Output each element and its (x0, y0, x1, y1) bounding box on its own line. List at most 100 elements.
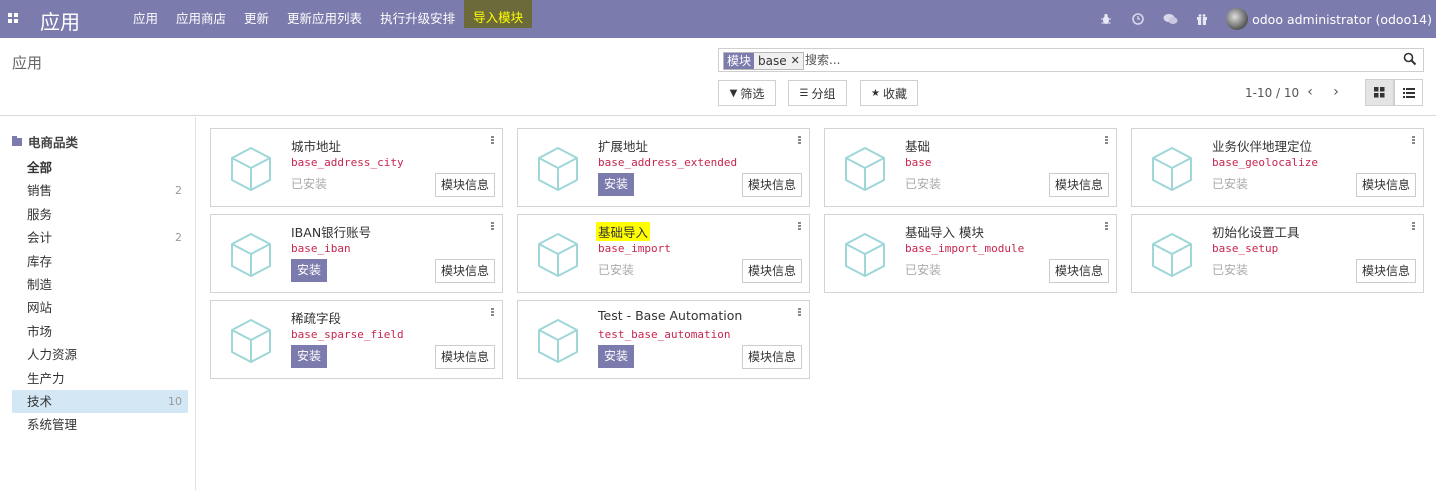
search-facet: 模块 base ✕ (723, 52, 804, 70)
category-services[interactable]: 服务 (12, 203, 188, 226)
module-card[interactable]: 基础 base 已安装 模块信息 (824, 128, 1117, 207)
search-bar: 模块 base ✕ (718, 48, 1424, 72)
module-card[interactable]: 扩展地址 base_address_extended 安装 模块信息 (517, 128, 810, 207)
sidebar-header-label: 电商品类 (28, 135, 79, 150)
installed-status: 已安装 (291, 177, 328, 191)
module-card[interactable]: IBAN银行账号 base_iban 安装 模块信息 (210, 214, 503, 293)
category-accounting[interactable]: 会计 2 (12, 226, 188, 249)
module-technical-name: base_address_city (291, 156, 404, 169)
favorites-button[interactable]: ★ 收藏 (860, 80, 918, 106)
module-cube-icon (229, 145, 273, 193)
category-website[interactable]: 网站 (12, 296, 188, 319)
menu-import-module[interactable]: 导入模块 (464, 0, 533, 28)
install-button[interactable]: 安装 (598, 345, 635, 368)
module-cube-icon (1150, 145, 1194, 193)
more-options-icon[interactable] (798, 136, 801, 146)
category-all[interactable]: 全部 (12, 156, 188, 179)
more-options-icon[interactable] (798, 222, 801, 232)
module-info-button[interactable]: 模块信息 (741, 259, 802, 283)
category-label: 人力资源 (27, 347, 78, 363)
module-technical-name: base (905, 156, 932, 169)
kanban-view-button[interactable] (1365, 79, 1394, 106)
module-info-button[interactable]: 模块信息 (434, 259, 495, 283)
category-hr[interactable]: 人力资源 (12, 343, 188, 366)
installed-status: 已安装 (1212, 177, 1249, 191)
module-info-button[interactable]: 模块信息 (1355, 259, 1416, 283)
module-info-button[interactable]: 模块信息 (434, 345, 495, 369)
star-icon: ★ (871, 87, 880, 99)
apps-menu-icon[interactable] (8, 13, 18, 23)
module-info-button[interactable]: 模块信息 (1355, 173, 1416, 197)
install-button[interactable]: 安装 (291, 345, 328, 368)
module-technical-name: base_setup (1212, 242, 1279, 255)
module-info-button[interactable]: 模块信息 (434, 173, 495, 197)
menu-apps[interactable]: 应用 (124, 0, 167, 38)
facet-value: base (754, 53, 791, 69)
menu-updates[interactable]: 更新 (235, 0, 278, 38)
module-title: Test - Base Automation (598, 308, 743, 323)
category-manufacturing[interactable]: 制造 (12, 273, 188, 296)
group-by-button[interactable]: ☰ 分组 (788, 80, 847, 106)
module-card[interactable]: 基础导入 base_import 已安装 模块信息 (517, 214, 810, 293)
module-card[interactable]: 基础导入 模块 base_import_module 已安装 模块信息 (824, 214, 1117, 293)
pager-previous-icon[interactable]: ‹ (1300, 82, 1320, 102)
more-options-icon[interactable] (1412, 222, 1415, 232)
category-label: 库存 (27, 253, 53, 269)
install-button[interactable]: 安装 (291, 259, 328, 282)
grid-icon (1374, 87, 1385, 98)
module-cube-icon (229, 231, 273, 279)
breadcrumb: 应用 (12, 54, 43, 72)
more-options-icon[interactable] (1412, 136, 1415, 146)
filter-icon: ▼ (729, 87, 738, 99)
menu-app-store[interactable]: 应用商店 (167, 0, 235, 38)
pager-value: 1-10 / 10 (1245, 86, 1300, 100)
favorites-label: 收藏 (882, 86, 907, 101)
category-administration[interactable]: 系统管理 (12, 413, 188, 436)
category-label: 网站 (27, 300, 53, 316)
module-info-button[interactable]: 模块信息 (741, 345, 802, 369)
module-card[interactable]: 稀疏字段 base_sparse_field 安装 模块信息 (210, 300, 503, 379)
clock-icon[interactable] (1122, 0, 1154, 38)
more-options-icon[interactable] (491, 222, 494, 232)
category-sales[interactable]: 销售 2 (12, 179, 188, 202)
more-options-icon[interactable] (1105, 222, 1108, 232)
module-info-button[interactable]: 模块信息 (741, 173, 802, 197)
module-technical-name: base_address_extended (598, 156, 738, 169)
installed-status: 已安装 (905, 263, 942, 277)
gift-icon[interactable] (1186, 0, 1218, 38)
category-marketing[interactable]: 市场 (12, 320, 188, 343)
category-productivity[interactable]: 生产力 (12, 367, 188, 390)
module-info-button[interactable]: 模块信息 (1048, 173, 1109, 197)
more-options-icon[interactable] (491, 136, 494, 146)
bug-icon[interactable] (1090, 0, 1122, 38)
more-options-icon[interactable] (491, 308, 494, 318)
module-cube-icon (843, 145, 887, 193)
search-icon[interactable] (1403, 52, 1419, 68)
category-technical[interactable]: 技术 10 (12, 389, 188, 414)
bars-icon: ☰ (799, 87, 809, 99)
install-button[interactable]: 安装 (598, 173, 635, 196)
filter-button[interactable]: ▼ 筛选 (718, 80, 776, 106)
facet-remove-icon[interactable]: ✕ (790, 53, 803, 69)
user-avatar[interactable] (1226, 8, 1249, 30)
module-info-button[interactable]: 模块信息 (1048, 259, 1109, 283)
category-inventory[interactable]: 库存 (12, 250, 188, 273)
list-view-button[interactable] (1394, 79, 1423, 106)
category-sidebar: 电商品类 全部 销售 2 服务 会计 2 库存 制造 网站 市场 人力资源 生产力 … (0, 117, 196, 490)
module-card[interactable]: 业务伙伴地理定位 base_geolocalize 已安装 模块信息 (1131, 128, 1424, 207)
module-card[interactable]: Test - Base Automation test_base_automati… (517, 300, 810, 379)
module-technical-name: base_sparse_field (291, 328, 404, 341)
more-options-icon[interactable] (798, 308, 801, 318)
more-options-icon[interactable] (1105, 136, 1108, 146)
search-input[interactable] (805, 51, 1385, 69)
chat-icon[interactable] (1154, 0, 1186, 38)
category-label: 制造 (27, 276, 53, 292)
top-navbar: 应用 应用 应用商店 更新 更新应用列表 执行升级安排 导入模块 odoo ad… (0, 0, 1436, 38)
pager-next-icon[interactable]: › (1326, 82, 1346, 102)
module-card[interactable]: 初始化设置工具 base_setup 已安装 模块信息 (1131, 214, 1424, 293)
menu-apply-scheduled-upgrades[interactable]: 执行升级安排 (371, 0, 464, 38)
module-technical-name: base_iban (291, 242, 351, 255)
module-card[interactable]: 城市地址 base_address_city 已安装 模块信息 (210, 128, 503, 207)
user-menu-name[interactable]: odoo administrator (odoo14) (1252, 12, 1432, 27)
menu-update-apps-list[interactable]: 更新应用列表 (278, 0, 371, 38)
